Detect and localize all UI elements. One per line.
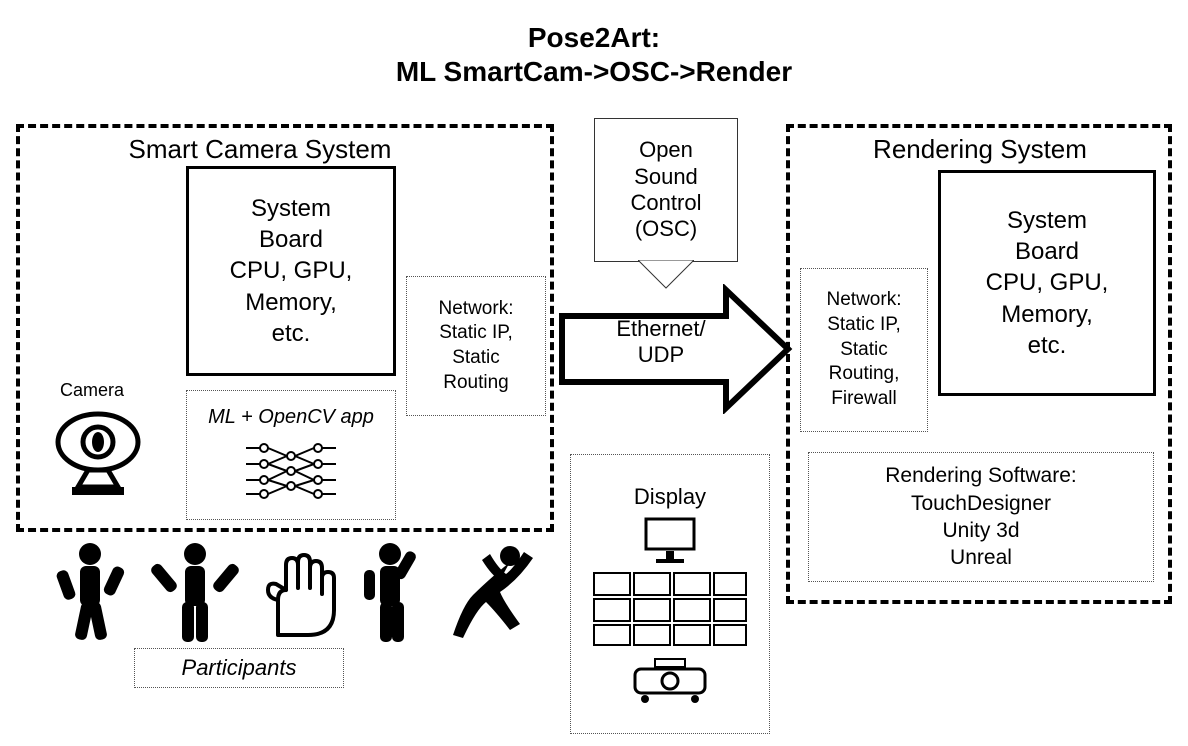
rendering-heading: Rendering System <box>820 134 1140 165</box>
camera-label: Camera <box>60 380 124 401</box>
participant-figure-3-icon <box>350 540 430 650</box>
rendering-software-box: Rendering Software: TouchDesigner Unity … <box>808 452 1154 582</box>
ethernet-arrow-label: Ethernet/ UDP <box>596 316 726 368</box>
neural-net-icon <box>246 436 336 506</box>
ml-opencv-label: ML + OpenCV app <box>208 404 374 430</box>
smart-camera-system-board: System Board CPU, GPU, Memory, etc. <box>186 166 396 376</box>
rendering-system-board: System Board CPU, GPU, Memory, etc. <box>938 170 1156 396</box>
smart-camera-heading: Smart Camera System <box>100 134 420 165</box>
participant-dancer-icon <box>438 540 548 650</box>
participant-figure-1-icon <box>50 540 130 650</box>
display-label: Display <box>634 483 706 512</box>
monitor-icon <box>640 515 700 565</box>
projector-icon <box>625 655 715 705</box>
diagram-title-line1: Pose2Art: <box>0 22 1188 54</box>
rendering-network-box: Network: Static IP, Static Routing, Fire… <box>800 268 928 432</box>
ml-opencv-app-box: ML + OpenCV app <box>186 390 396 520</box>
video-wall-icon <box>590 569 750 649</box>
smart-camera-network-box: Network: Static IP, Static Routing <box>406 276 546 416</box>
diagram-title-line2: ML SmartCam->OSC->Render <box>0 56 1188 88</box>
participant-hand-icon <box>258 550 338 640</box>
display-box: Display <box>570 454 770 734</box>
camera-icon <box>48 402 148 502</box>
participant-figure-2-icon <box>150 540 240 650</box>
osc-callout-box: Open Sound Control (OSC) <box>594 118 738 262</box>
participants-label-box: Participants <box>134 648 344 688</box>
